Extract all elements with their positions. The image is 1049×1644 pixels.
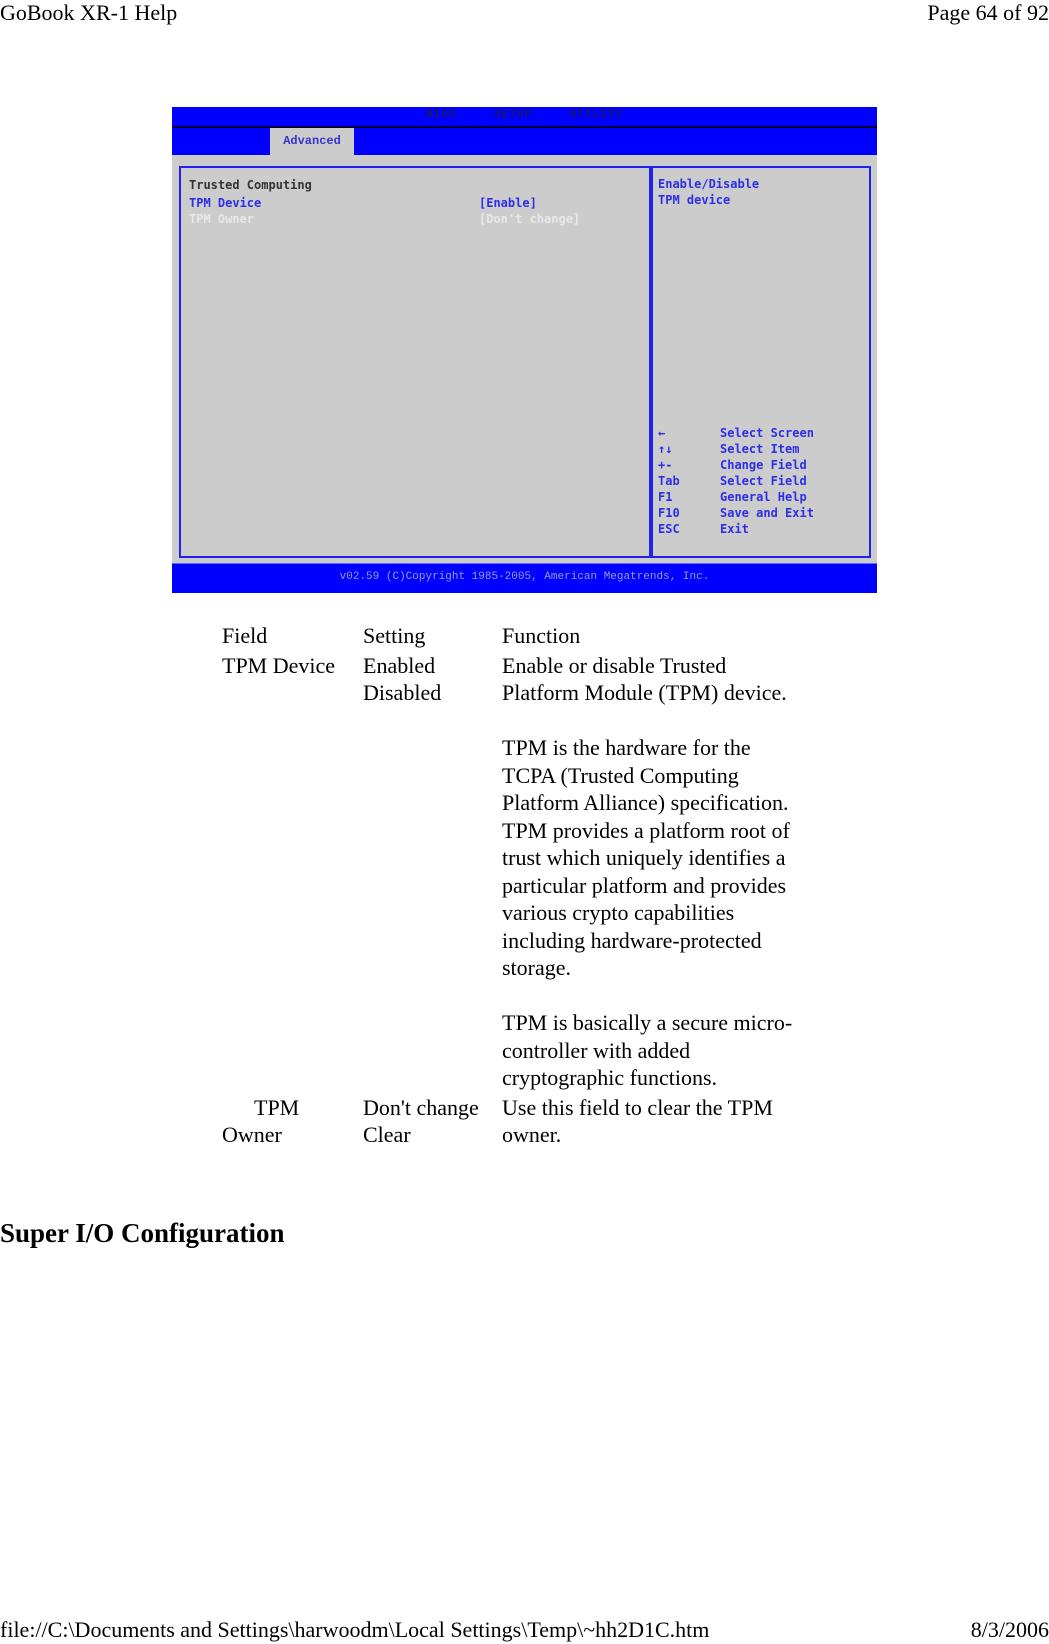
setting-option: Don't change (363, 1094, 479, 1120)
column-header-setting: Setting (363, 623, 426, 648)
setting-cell: Don't change Clear (361, 1094, 500, 1151)
key-action: General Help (720, 490, 807, 504)
key-legend-row: ↑↓ Select Item (658, 442, 814, 458)
key-legend-row: Tab Select Field (658, 474, 814, 490)
bios-title-word: SETUP (494, 109, 533, 121)
table-header-row: Field Setting Function (220, 622, 804, 652)
function-cell: Use this field to clear the TPM owner. (500, 1094, 804, 1151)
function-paragraph: TPM is the hardware for the TCPA (Truste… (502, 735, 790, 980)
key-action: Exit (720, 522, 749, 536)
bios-title-word: BIOS (426, 109, 457, 121)
setting-cell: Enabled Disabled (361, 652, 500, 1094)
page-indicator: Page 64 of 92 (927, 0, 1049, 25)
settings-table: Field Setting Function TPM Device Enable… (220, 622, 804, 1151)
setting-option: Disabled (363, 680, 442, 705)
field-line: TPM (254, 1094, 300, 1120)
section-heading: Super I/O Configuration (0, 1218, 285, 1248)
key-action: Select Field (720, 474, 807, 488)
column-header-function: Function (502, 623, 581, 648)
bios-key-legend: ← Select Screen ↑↓ Select Item +- Change Fi… (658, 426, 814, 538)
function-paragraph: Use this field to clear the TPM owner. (502, 1094, 773, 1148)
key-action: Save and Exit (720, 506, 814, 520)
function-paragraph: TPM is basically a secure micro-controll… (502, 1010, 793, 1090)
function-cell: Enable or disable Trusted Platform Modul… (500, 652, 804, 1094)
key-label: F10 (658, 506, 680, 520)
arrow-up-down-icon: ↑↓ (658, 442, 673, 456)
field-line: Owner (222, 1122, 282, 1147)
tab-advanced: Advanced (270, 128, 354, 155)
bios-help-panel: Enable/Disable TPM device ← Select Screen… (649, 166, 871, 558)
key-action: Select Item (720, 442, 800, 456)
key-action: Change Field (720, 458, 807, 472)
document-title: GoBook XR-1 Help (0, 0, 178, 25)
key-label: ESC (658, 522, 680, 536)
field-cell: TPM Owner (220, 1094, 361, 1151)
key-legend-row: ← Select Screen (658, 426, 814, 442)
bios-item-tpm-device-label: TPM Device (189, 196, 262, 210)
bios-tab-bar: Advanced (172, 128, 877, 155)
key-label: Tab (658, 474, 680, 488)
file-path: file://C:\Documents and Settings\harwood… (0, 1617, 710, 1642)
bios-title-word: UTILITY (569, 109, 623, 121)
function-paragraph: Enable or disable Trusted Platform Modul… (502, 652, 787, 706)
arrow-left-icon: ← (658, 426, 666, 440)
field-cell: TPM Device (222, 652, 336, 678)
bios-help-line: Enable/Disable (658, 177, 760, 191)
key-legend-row: F10 Save and Exit (658, 506, 814, 522)
bios-section-title: Trusted Computing (189, 178, 312, 192)
bios-settings-panel: Trusted Computing TPM Device [Enable] TP… (179, 166, 653, 558)
key-legend-row: +- Change Field (658, 458, 814, 474)
key-legend-row: ESC Exit (658, 522, 814, 538)
key-label: F1 (658, 490, 673, 504)
bios-footer-bar: v02.59 (C)Copyright 1985-2005, American … (172, 563, 877, 593)
bios-item-tpm-owner-value: [Don't change] (479, 212, 581, 226)
bios-item-tpm-device-value: [Enable] (479, 196, 537, 210)
table-row: TPM Owner Don't change Clear Use this fi… (220, 1094, 804, 1151)
table-row: TPM Device Enabled Disabled Enable or di… (220, 652, 804, 1094)
setting-option: Clear (363, 1122, 411, 1147)
bios-screenshot: BIOS SETUP UTILITY Advanced Trusted Comp… (172, 107, 877, 593)
bios-copyright: v02.59 (C)Copyright 1985-2005, American … (339, 571, 710, 583)
key-action: Select Screen (720, 426, 814, 440)
setting-option: Enabled (363, 652, 436, 678)
column-header-field: Field (222, 623, 268, 648)
bios-help-line: TPM device (658, 193, 731, 207)
bios-title-bar: BIOS SETUP UTILITY (172, 107, 877, 128)
plus-minus-icon: +- (658, 458, 673, 472)
print-date: 8/3/2006 (970, 1617, 1049, 1642)
key-legend-row: F1 General Help (658, 490, 814, 506)
bios-item-tpm-owner-label: TPM Owner (189, 212, 255, 226)
